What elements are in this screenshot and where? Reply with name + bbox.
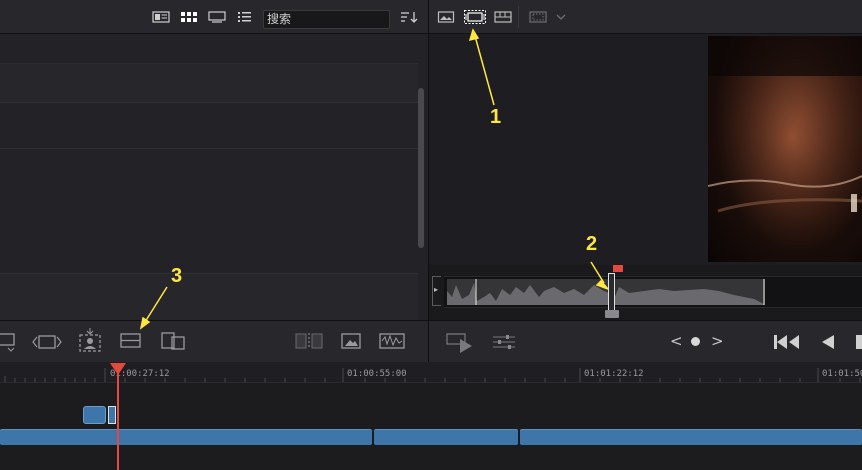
- annotation-label-2: 2: [586, 233, 598, 255]
- annotation-arrows: [139, 28, 609, 330]
- annotation-label-3: 3: [171, 265, 183, 287]
- annotation-label-1: 1: [490, 106, 502, 128]
